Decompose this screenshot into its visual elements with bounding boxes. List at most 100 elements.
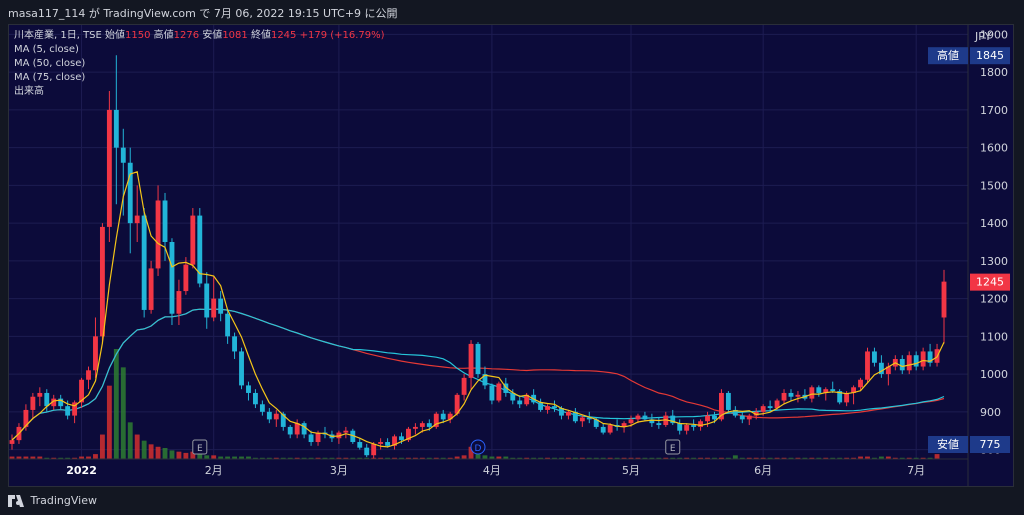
legend-token: 1150 [125, 30, 154, 41]
candle-body[interactable] [148, 268, 154, 310]
candle-body[interactable] [906, 355, 912, 371]
candle-body[interactable] [642, 415, 648, 420]
candle-body[interactable] [93, 336, 98, 371]
tradingview-logo[interactable]: TradingView [8, 494, 97, 507]
candle-body[interactable] [266, 411, 272, 420]
candle-body[interactable] [30, 396, 36, 410]
candle-body[interactable] [489, 385, 495, 401]
candle-body[interactable] [378, 442, 384, 444]
candle-body[interactable] [399, 436, 404, 441]
candle-body[interactable] [656, 423, 662, 426]
candle-body[interactable] [371, 443, 377, 456]
candle-body[interactable] [37, 392, 43, 397]
candle-body[interactable] [698, 421, 704, 427]
candle-body[interactable] [858, 379, 863, 388]
candle-body[interactable] [273, 413, 279, 420]
candle-body[interactable] [120, 147, 126, 163]
candle-body[interactable] [204, 283, 210, 318]
candle-body[interactable] [496, 383, 502, 401]
candle-body[interactable] [301, 423, 307, 435]
candle-body[interactable] [628, 419, 634, 424]
candle-body[interactable] [920, 351, 926, 367]
candle-body[interactable] [225, 313, 231, 337]
candle-body[interactable] [419, 423, 425, 427]
candle-body[interactable] [412, 426, 418, 429]
candle-body[interactable] [232, 336, 238, 352]
candle-body[interactable] [872, 351, 877, 363]
candle-body[interactable] [913, 355, 919, 367]
candle-body[interactable] [684, 425, 690, 431]
candle-body[interactable] [538, 402, 544, 410]
candle-body[interactable] [252, 392, 258, 405]
candle-body[interactable] [767, 406, 773, 409]
candle-body[interactable] [607, 425, 613, 433]
candle-body[interactable] [86, 370, 91, 380]
candle-body[interactable] [357, 442, 363, 448]
volume-bar [169, 450, 175, 459]
candle-body[interactable] [600, 426, 606, 433]
candle-body[interactable] [9, 440, 15, 444]
candle-body[interactable] [440, 413, 446, 420]
candle-body[interactable] [190, 215, 196, 265]
legend-indicator[interactable]: MA (50, close) [14, 58, 85, 69]
candle-body[interactable] [941, 281, 947, 318]
chart-svg[interactable]: EDE JPY190018001700160015001400130012001… [0, 0, 1024, 515]
candle-body[interactable] [677, 423, 683, 431]
candle-body[interactable] [211, 298, 217, 318]
candle-body[interactable] [364, 447, 370, 456]
candle-body[interactable] [691, 425, 697, 427]
candle-body[interactable] [475, 343, 481, 375]
candle-body[interactable] [899, 358, 905, 371]
candle-body[interactable] [545, 406, 550, 410]
candle-body[interactable] [426, 423, 432, 427]
candle-body[interactable] [169, 242, 175, 314]
legend-indicator[interactable]: 出来高 [14, 84, 44, 97]
candle-body[interactable] [141, 215, 147, 310]
candle-body[interactable] [287, 426, 293, 435]
candle-body[interactable] [99, 226, 105, 337]
candle-body[interactable] [746, 415, 752, 420]
candle-body[interactable] [712, 415, 717, 420]
candle-body[interactable] [725, 392, 731, 410]
candle-body[interactable] [579, 417, 585, 422]
candle-body[interactable] [517, 400, 523, 405]
candle-body[interactable] [739, 415, 745, 420]
candle-body[interactable] [468, 343, 474, 378]
candle-body[interactable] [343, 430, 349, 433]
candle-body[interactable] [308, 434, 314, 443]
candle-body[interactable] [113, 109, 119, 148]
candle-body[interactable] [781, 392, 787, 401]
candle-body[interactable] [259, 404, 265, 412]
candle-body[interactable] [239, 351, 244, 386]
candle-body[interactable] [183, 264, 189, 292]
legend-indicator[interactable]: MA (75, close) [14, 72, 85, 83]
candle-body[interactable] [176, 291, 182, 314]
candle-body[interactable] [552, 406, 557, 409]
candle-body[interactable] [816, 387, 822, 393]
candle-body[interactable] [44, 392, 50, 407]
high-badge-value: 1845 [976, 49, 1004, 62]
candle-body[interactable] [760, 406, 766, 412]
legend-indicator[interactable]: MA (5, close) [14, 44, 79, 55]
candle-body[interactable] [788, 392, 794, 397]
candle-body[interactable] [134, 215, 140, 224]
candle-body[interactable] [795, 394, 801, 397]
candle-body[interactable] [315, 432, 321, 443]
candle-body[interactable] [65, 406, 71, 416]
candle-body[interactable] [385, 442, 391, 446]
candle-body[interactable] [635, 415, 641, 420]
candle-body[interactable] [809, 387, 815, 399]
candle-body[interactable] [218, 298, 224, 314]
candle-body[interactable] [461, 377, 467, 395]
candle-body[interactable] [844, 392, 850, 403]
volume-bar [162, 448, 168, 459]
candle-body[interactable] [155, 200, 161, 269]
candle-body[interactable] [830, 389, 836, 392]
candle-body[interactable] [865, 351, 870, 380]
candle-body[interactable] [127, 162, 133, 224]
candle-body[interactable] [106, 109, 112, 227]
candle-body[interactable] [565, 411, 571, 416]
candle-body[interactable] [162, 200, 168, 242]
candle-body[interactable] [246, 385, 251, 393]
candle-body[interactable] [705, 415, 710, 422]
